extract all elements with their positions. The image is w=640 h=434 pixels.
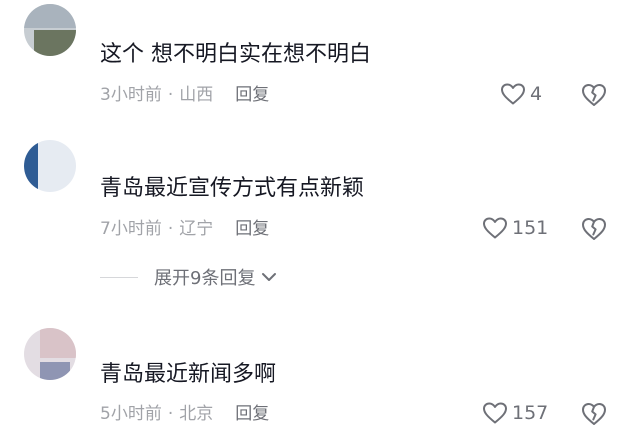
reply-button[interactable]: 回复 <box>235 404 269 424</box>
dislike-button[interactable] <box>580 401 608 431</box>
like-button[interactable]: 157 <box>482 401 548 425</box>
heart-outline-icon <box>483 402 507 424</box>
comment-item: 青岛最近新闻多啊 5小时前 · 北京 回复 157 <box>0 0 640 434</box>
like-count: 157 <box>512 402 549 424</box>
comment-time: 5小时前 <box>100 404 162 424</box>
comment-location: 北京 <box>179 404 214 424</box>
separator: · <box>167 404 174 424</box>
comment-meta: 5小时前 · 北京 回复 <box>100 402 269 426</box>
broken-heart-icon <box>582 403 606 425</box>
avatar[interactable] <box>24 328 76 380</box>
comment-text: 青岛最近新闻多啊 <box>100 362 277 387</box>
